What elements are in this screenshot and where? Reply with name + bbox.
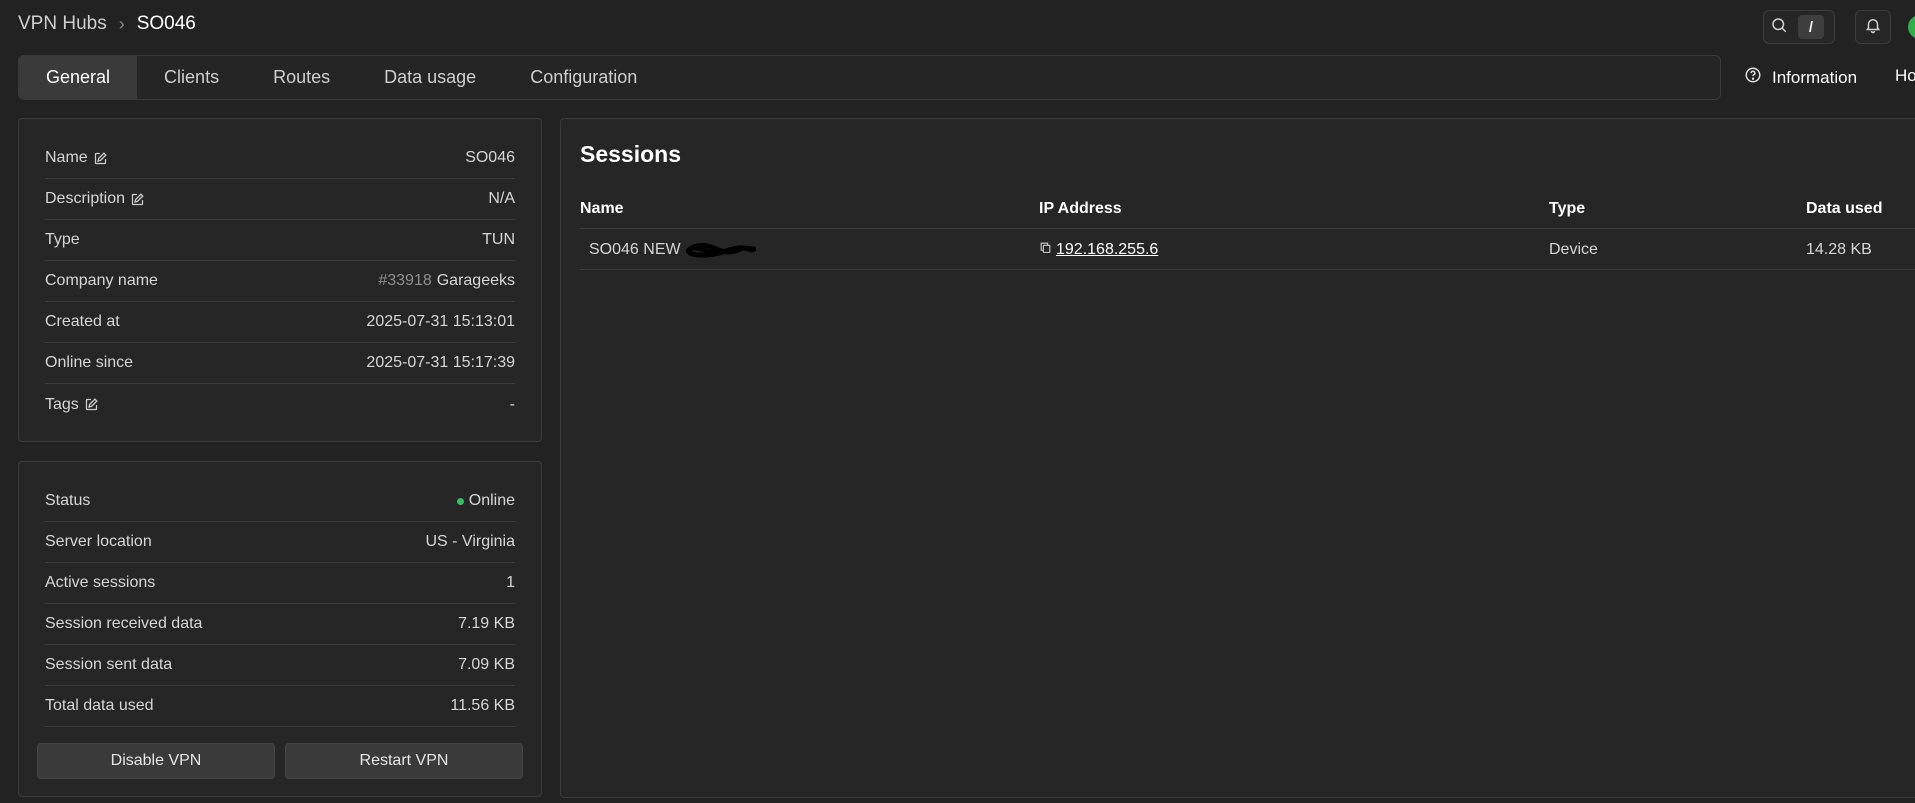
received-data-label: Session received data	[45, 615, 203, 632]
top-actions: /	[1763, 10, 1891, 44]
total-data-label: Total data used	[45, 697, 154, 714]
column-ip-address: IP Address	[1039, 200, 1122, 217]
general-info-card: Name SO046 Description N/A Type TUN Comp…	[18, 118, 542, 442]
chevron-right-icon: ›	[118, 13, 125, 34]
session-name: SO046 NEW	[589, 241, 681, 258]
type-label: Type	[45, 231, 80, 248]
edit-icon[interactable]	[84, 397, 99, 412]
info-row-online-since: Online since 2025-07-31 15:17:39	[45, 343, 515, 384]
server-location-label: Server location	[45, 533, 152, 550]
info-row-total-data: Total data used 11.56 KB	[45, 686, 515, 727]
restart-vpn-button[interactable]: Restart VPN	[285, 743, 523, 779]
question-circle-icon	[1744, 66, 1762, 89]
type-value: TUN	[482, 231, 515, 248]
session-ip-link[interactable]: 192.168.255.6	[1056, 241, 1158, 259]
name-label: Name	[45, 149, 88, 166]
breadcrumb-vpn-hubs-link[interactable]: VPN Hubs	[18, 13, 107, 35]
info-row-sent-data: Session sent data 7.09 KB	[45, 645, 515, 686]
tags-label: Tags	[45, 395, 79, 413]
sessions-card: Sessions Name IP Address Type Data used …	[560, 118, 1915, 798]
info-row-tags: Tags -	[45, 384, 515, 425]
search-icon	[1770, 16, 1788, 39]
notifications-button[interactable]	[1855, 10, 1891, 44]
table-header: Name IP Address Type Data used	[580, 188, 1915, 229]
server-location-value: US - Virginia	[425, 533, 515, 550]
online-since-value: 2025-07-31 15:17:39	[366, 354, 515, 371]
copy-icon[interactable]	[1039, 241, 1052, 259]
bell-icon	[1864, 16, 1882, 39]
breadcrumb: VPN Hubs › SO046	[18, 12, 196, 36]
header-link-partial[interactable]: Ho	[1895, 66, 1915, 86]
column-type: Type	[1549, 200, 1586, 217]
info-row-type: Type TUN	[45, 220, 515, 261]
received-data-value: 7.19 KB	[458, 615, 515, 632]
session-data-used: 14.28 KB	[1806, 241, 1872, 258]
tab-routes[interactable]: Routes	[246, 56, 357, 99]
table-row: SO046 NEW 192.168.255.6 Device 14.28 KB	[580, 229, 1915, 270]
description-label: Description	[45, 190, 126, 207]
tags-value: -	[509, 395, 515, 413]
information-label: Information	[1772, 67, 1858, 87]
redaction-scribble	[686, 243, 756, 258]
disable-vpn-button[interactable]: Disable VPN	[37, 743, 275, 779]
search-shortcut-key: /	[1798, 15, 1824, 39]
edit-icon[interactable]	[130, 192, 145, 207]
description-value: N/A	[488, 190, 515, 207]
online-since-label: Online since	[45, 354, 134, 371]
search-button[interactable]: /	[1763, 10, 1835, 44]
info-row-received-data: Session received data 7.19 KB	[45, 604, 515, 645]
tab-clients[interactable]: Clients	[137, 56, 246, 99]
info-row-status: Status Online	[45, 481, 515, 522]
info-row-description: Description N/A	[45, 179, 515, 220]
created-label: Created at	[45, 313, 120, 330]
info-row-server-location: Server location US - Virginia	[45, 522, 515, 563]
page-title: SO046	[136, 13, 196, 34]
status-card: Status Online Server location US - Virgi…	[18, 461, 542, 797]
sessions-title: Sessions	[580, 141, 681, 167]
tab-data-usage[interactable]: Data usage	[357, 56, 503, 99]
active-sessions-label: Active sessions	[45, 574, 156, 591]
info-row-name: Name SO046	[45, 138, 515, 179]
created-value: 2025-07-31 15:13:01	[366, 313, 515, 330]
tab-bar: General Clients Routes Data usage Config…	[18, 55, 1721, 100]
status-badge: Online	[468, 492, 515, 509]
name-value: SO046	[465, 149, 515, 166]
company-label: Company name	[45, 272, 158, 289]
column-data-used: Data used	[1806, 200, 1883, 217]
company-id: #33918	[378, 272, 432, 289]
sent-data-value: 7.09 KB	[458, 656, 515, 673]
tab-general[interactable]: General	[19, 56, 138, 99]
info-row-created: Created at 2025-07-31 15:13:01	[45, 302, 515, 343]
info-row-company: Company name #33918 Garageeks	[45, 261, 515, 302]
status-label: Status	[45, 492, 91, 509]
online-status-dot	[456, 497, 464, 505]
sent-data-label: Session sent data	[45, 656, 173, 673]
avatar[interactable]	[1908, 15, 1915, 39]
edit-icon[interactable]	[93, 151, 108, 166]
information-link[interactable]: Information	[1744, 66, 1857, 89]
total-data-value: 11.56 KB	[450, 697, 515, 714]
active-sessions-value: 1	[506, 574, 515, 591]
sessions-table: Name IP Address Type Data used SO046 NEW…	[580, 188, 1915, 270]
session-type: Device	[1549, 241, 1598, 258]
info-row-active-sessions: Active sessions 1	[45, 563, 515, 604]
company-name-value: Garageeks	[436, 272, 515, 289]
vpn-actions: Disable VPN Restart VPN	[37, 743, 523, 779]
tab-configuration[interactable]: Configuration	[503, 56, 664, 99]
column-name: Name	[580, 200, 624, 217]
